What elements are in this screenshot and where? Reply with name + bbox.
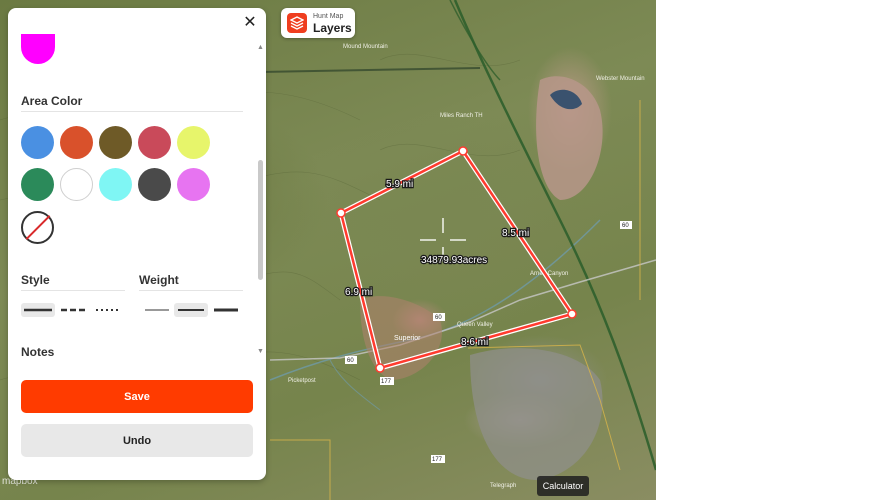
- weight-thin-option[interactable]: [143, 303, 171, 317]
- color-swatch-magenta[interactable]: [21, 34, 55, 64]
- road-shield: 60: [347, 358, 354, 364]
- place-label: Telegraph: [490, 483, 516, 489]
- style-dashed-option[interactable]: [59, 303, 89, 317]
- divider: [21, 111, 243, 112]
- road-shield: 177: [381, 379, 392, 385]
- dotted-line-icon: [96, 309, 119, 311]
- scroll-down-arrow[interactable]: ▼: [257, 348, 264, 355]
- polygon-vertex[interactable]: [567, 309, 577, 319]
- blank-area: [656, 0, 880, 500]
- style-solid-option[interactable]: [21, 303, 55, 317]
- weight-title: Weight: [139, 273, 179, 287]
- polygon-vertex[interactable]: [336, 208, 346, 218]
- polygon-vertex[interactable]: [375, 363, 385, 373]
- close-icon[interactable]: ✕: [241, 14, 259, 32]
- place-label: Queen Valley: [457, 322, 493, 328]
- save-button[interactable]: Save: [21, 380, 253, 413]
- scroll-up-arrow[interactable]: ▲: [257, 44, 264, 51]
- place-label: Webster Mountain: [596, 76, 645, 82]
- color-swatch-yellow-green[interactable]: [177, 126, 210, 159]
- calculator-button[interactable]: Calculator: [537, 476, 589, 496]
- segment-label: 8.5 mi: [502, 228, 529, 239]
- color-swatch-green[interactable]: [21, 168, 54, 201]
- color-swatch-olive[interactable]: [99, 126, 132, 159]
- place-label: Superior: [394, 335, 421, 342]
- divider: [139, 290, 243, 291]
- place-label: Mound Mountain: [343, 44, 388, 50]
- area-label: 34879.93acres: [421, 255, 487, 266]
- layers-button[interactable]: Hunt Map Layers: [281, 8, 355, 38]
- notes-fade: [8, 356, 266, 372]
- color-swatch-blue[interactable]: [21, 126, 54, 159]
- layers-icon: [287, 13, 307, 33]
- color-swatch-rose[interactable]: [138, 126, 171, 159]
- segment-label: 5.9 mi: [386, 179, 413, 190]
- weight-medium-option[interactable]: [174, 303, 208, 317]
- style-dotted-option[interactable]: [93, 303, 121, 317]
- road-shield: 60: [622, 223, 629, 229]
- color-swatch-dark-gray[interactable]: [138, 168, 171, 201]
- layers-button-label: Layers: [313, 20, 352, 35]
- solid-line-icon: [24, 308, 52, 312]
- segment-label: 8.6 mi: [461, 337, 488, 348]
- layers-button-sub: Hunt Map: [313, 12, 344, 20]
- color-swatch-cyan[interactable]: [99, 168, 132, 201]
- style-title: Style: [21, 273, 50, 287]
- weight-thick-option[interactable]: [212, 303, 240, 317]
- thin-line-icon: [145, 309, 169, 311]
- medium-line-icon: [178, 309, 204, 311]
- scrollbar-thumb[interactable]: [258, 160, 263, 280]
- thick-line-icon: [214, 308, 238, 312]
- dashed-line-icon: [61, 308, 87, 312]
- divider: [21, 290, 125, 291]
- road-shield: 177: [432, 457, 443, 463]
- polygon-vertex[interactable]: [458, 146, 468, 156]
- color-swatch-violet[interactable]: [177, 168, 210, 201]
- undo-button[interactable]: Undo: [21, 424, 253, 457]
- area-style-panel: ✕ ▲ ▼ Area Color Style Weight Notes Save…: [8, 8, 266, 480]
- segment-label: 6.9 mi: [345, 287, 372, 298]
- road-shield: 60: [435, 315, 442, 321]
- color-swatch-white[interactable]: [60, 168, 93, 201]
- place-label: Miles Ranch TH: [440, 113, 483, 119]
- place-label: Picketpost: [288, 378, 316, 384]
- color-swatch-orange[interactable]: [60, 126, 93, 159]
- color-swatch-none[interactable]: [21, 211, 54, 244]
- area-color-title: Area Color: [21, 94, 83, 108]
